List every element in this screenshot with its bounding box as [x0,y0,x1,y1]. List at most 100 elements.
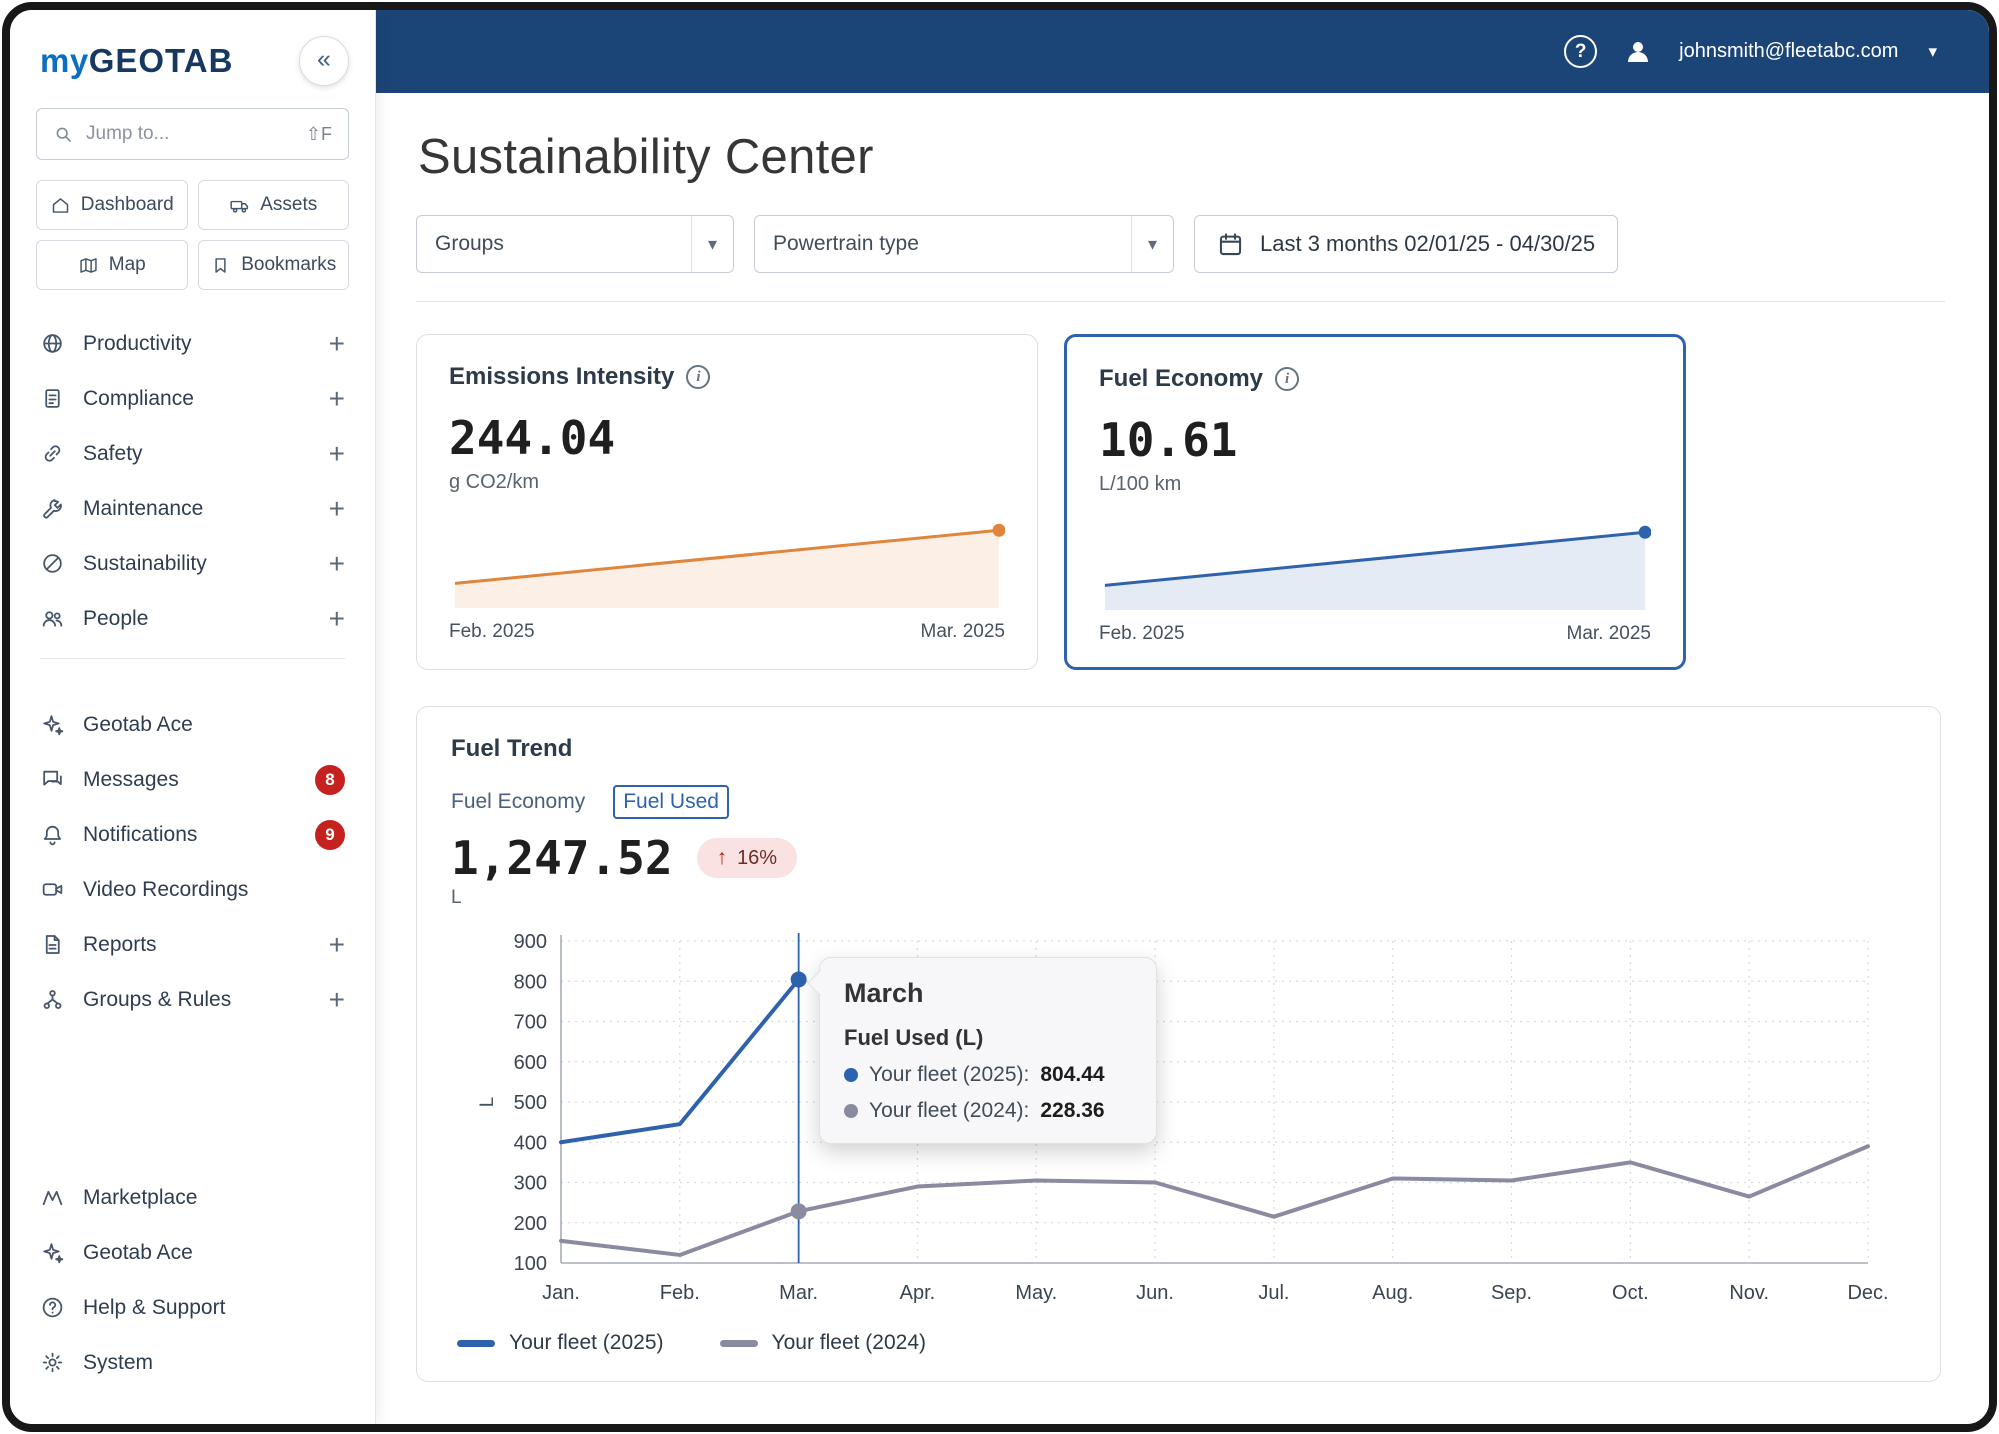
info-icon[interactable]: i [686,365,711,389]
help-icon[interactable]: ? [1564,35,1598,68]
jump-to-search[interactable]: ⇧F [36,108,349,160]
help-icon [42,1297,63,1318]
quick-link-dashboard[interactable]: Dashboard [36,180,188,230]
expand-plus-icon[interactable]: + [329,493,345,525]
sidebar-item-productivity[interactable]: Productivity + [10,316,375,371]
tab-fuel-used[interactable]: Fuel Used [613,785,729,819]
tooltip-row-label: Your fleet (2025): [869,1063,1030,1086]
sidebar-item-sustainability[interactable]: Sustainability + [10,536,375,591]
fuel-economy-card[interactable]: Fuel Economy i 10.61 L/100 km Feb. 2025 … [1064,334,1686,670]
emissions-intensity-card[interactable]: Emissions Intensity i 244.04 g CO2/km Fe… [416,334,1038,670]
sidebar-item-label: System [83,1350,154,1374]
sidebar-item-maintenance[interactable]: Maintenance + [10,481,375,536]
sidebar-item-reports[interactable]: Reports + [10,917,375,972]
svg-text:600: 600 [514,1052,547,1074]
emissions-sparkline-chart [454,523,1006,608]
fuel-trend-card: Fuel Trend Fuel Economy Fuel Used 1,247.… [416,706,1941,1382]
people-icon [42,611,63,627]
svg-text:L: L [477,1097,498,1108]
sidebar-item-video-recordings[interactable]: Video Recordings [10,862,375,917]
quick-link-map[interactable]: Map [36,240,188,290]
sparkline-x-labels: Feb. 2025 Mar. 2025 [449,621,1005,643]
sidebar-item-label: Messages [83,767,179,791]
chart-tooltip: March Fuel Used (L) Your fleet (2025): 8… [819,957,1157,1144]
sidebar-item-label: People [83,606,149,630]
sidebar-item-compliance[interactable]: Compliance + [10,371,375,426]
groups-filter-dropdown[interactable]: Groups ▾ [416,215,734,273]
truck-icon [230,200,249,213]
expand-plus-icon[interactable]: + [329,984,345,1016]
sidebar-item-label: Compliance [83,386,194,410]
tooltip-row-value: 804.44 [1040,1063,1105,1086]
video-camera-icon [42,883,63,896]
search-input[interactable] [86,123,294,145]
fuel-used-total-value: 1,247.52 [451,831,673,885]
sidebar-item-geotab-ace[interactable]: Geotab Ace [10,697,375,752]
bell-icon [44,825,61,846]
map-icon [80,257,97,273]
sidebar-item-label: Reports [83,932,157,956]
expand-plus-icon[interactable]: + [329,929,345,961]
expand-plus-icon[interactable]: + [329,383,345,415]
productivity-icon [43,334,62,353]
expand-plus-icon[interactable]: + [329,603,345,635]
sidebar-item-messages[interactable]: Messages 8 [10,752,375,807]
sidebar-item-groups-rules[interactable]: Groups & Rules + [10,972,375,1027]
kpi-cards-row: Emissions Intensity i 244.04 g CO2/km Fe… [416,334,1945,670]
svg-text:700: 700 [514,1012,547,1034]
legend-item-2024[interactable]: Your fleet (2024) [719,1331,927,1355]
sidebar-item-people[interactable]: People + [10,591,375,646]
account-menu-caret-icon[interactable]: ▾ [1928,42,1937,62]
sidebar-item-label: Geotab Ace [83,1240,193,1264]
user-email[interactable]: johnsmith@fleetabc.com [1679,40,1898,63]
sidebar-item-label: Groups & Rules [83,987,232,1011]
svg-text:200: 200 [514,1213,547,1235]
sidebar-item-safety[interactable]: Safety + [10,426,375,481]
sidebar-item-label: Productivity [83,331,192,355]
powertrain-filter-dropdown[interactable]: Powertrain type ▾ [754,215,1174,273]
logo-geotab: GEOTAB [88,42,234,79]
tooltip-month: March [844,978,924,1008]
svg-text:Apr.: Apr. [900,1282,936,1304]
sidebar-item-marketplace[interactable]: Marketplace [10,1170,375,1225]
tooltip-row-label: Your fleet (2024): [869,1099,1030,1122]
legend-item-2025[interactable]: Your fleet (2025) [457,1331,664,1355]
messages-icon [43,770,62,786]
groups-filter-label: Groups [435,232,504,255]
svg-text:Oct.: Oct. [1612,1282,1649,1304]
report-document-icon [45,935,60,954]
sidebar-item-notifications[interactable]: Notifications 9 [10,807,375,862]
date-range-picker[interactable]: Last 3 months 02/01/25 - 04/30/25 [1194,215,1619,273]
user-avatar-icon[interactable] [1623,37,1653,67]
notifications-count-badge: 9 [315,819,345,850]
expand-plus-icon[interactable]: + [329,328,345,360]
expand-plus-icon[interactable]: + [329,548,345,580]
legend-swatch-2025 [457,1339,495,1347]
sidebar-item-label: Marketplace [83,1185,198,1209]
sidebar-item-system[interactable]: System [10,1335,375,1390]
emissions-unit: g CO2/km [449,471,540,493]
legend-label: Your fleet (2024) [771,1331,927,1354]
sparkle-icon [43,715,64,736]
card-header: Fuel Economy i [1099,365,1651,393]
svg-text:Dec.: Dec. [1847,1282,1888,1304]
main-area: ? johnsmith@fleetabc.com ▾ Sustainabilit… [376,10,1989,1424]
page-title: Sustainability Center [418,130,874,184]
fuel-trend-title: Fuel Trend [451,735,573,762]
search-icon [56,127,71,142]
x-start-label: Feb. 2025 [1099,623,1185,644]
fuel-trend-chart-area: 100 200 300 400 500 600 700 800 900 Jan. Feb. Mar. A… [451,921,1906,1321]
quick-link-assets[interactable]: Assets [197,180,349,230]
expand-plus-icon[interactable]: + [329,438,345,470]
gear-icon [42,1352,63,1373]
sidebar-item-help-support[interactable]: Help & Support [10,1280,375,1335]
filters-bar: Groups ▾ Powertrain type ▾ Last 3 months… [416,215,1945,302]
sidebar-collapse-button[interactable]: « [299,36,349,86]
quick-link-bookmarks[interactable]: Bookmarks [197,240,349,290]
info-icon[interactable]: i [1275,367,1300,391]
svg-text:100: 100 [514,1253,547,1275]
svg-text:May.: May. [1015,1282,1057,1304]
sidebar-item-geotab-ace-footer[interactable]: Geotab Ace [10,1225,375,1280]
tab-fuel-economy[interactable]: Fuel Economy [451,790,585,814]
fuel-economy-unit: L/100 km [1099,473,1182,495]
